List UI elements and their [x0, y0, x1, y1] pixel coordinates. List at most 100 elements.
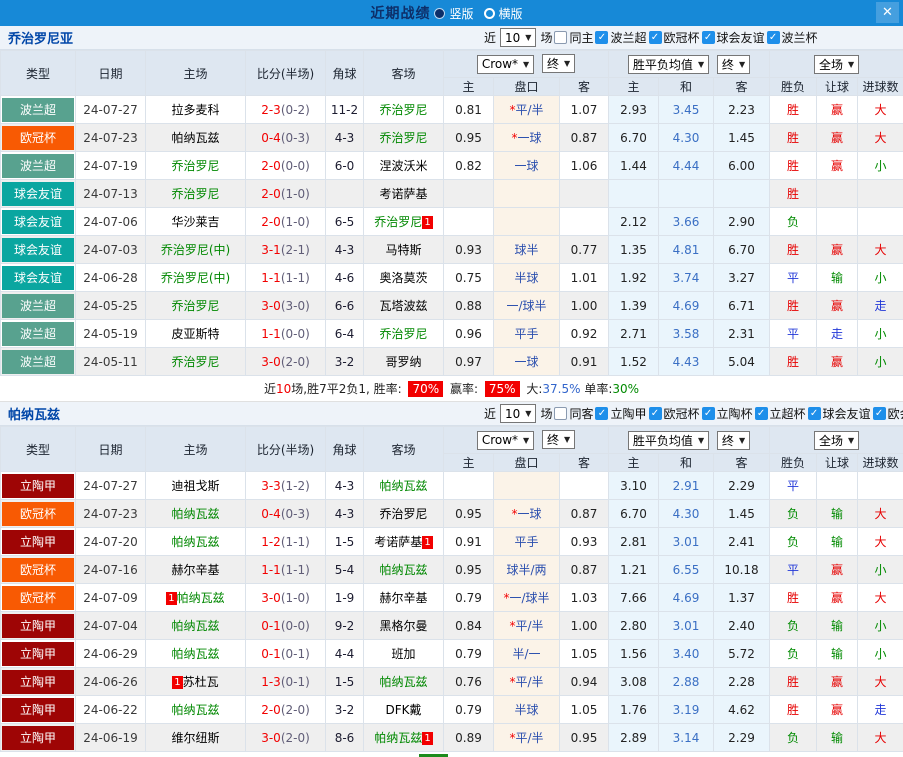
table-row: 欧冠杯 24-07-16 赫尔辛基 1-1(1-1) 5-4 帕纳瓦兹 0.95 球半/两 0.… [0, 555, 903, 584]
avg-away-odds: 10.18 [713, 555, 771, 584]
halftime-score: (2-0) [280, 702, 310, 717]
team-name: 赫尔辛基 [379, 591, 428, 605]
same-venue-checkbox[interactable] [554, 31, 568, 44]
match-date: 24-07-09 [75, 583, 146, 612]
avg-home-odds: 1.39 [608, 291, 660, 320]
odds-away [558, 207, 610, 236]
result-goals: 小 [857, 639, 903, 668]
match-score: 0-4(0-3) [245, 123, 326, 152]
league-checkbox[interactable]: ✓ [754, 407, 768, 420]
avg-draw-odds: 4.81 [658, 235, 715, 264]
avg-draw-value: 4.81 [672, 242, 700, 257]
odds-final-select[interactable]: 终 ▼ [542, 54, 576, 74]
odds-company-select[interactable]: Crow* ▼ [476, 54, 535, 74]
table-row: 立陶甲 24-07-27 迪祖戈斯 3-3(1-2) 4-3 帕纳瓦兹 3.10 2.91 2.… [0, 471, 903, 500]
chevron-down-icon: ▼ [697, 435, 705, 445]
league-type-cell: 立陶甲 [0, 695, 76, 724]
table-row: 立陶甲 24-06-19 维尔纽斯 3-0(2-0) 8-6 帕纳瓦兹 1 0.89 *平/半 0… [0, 723, 903, 752]
avg-home-odds: 2.89 [608, 723, 660, 752]
odds-home: 0.79 [443, 695, 494, 724]
fulltime-score: 1-1 [261, 562, 281, 577]
results-table-1: 类型 日期 主场 比分(半场) 角球 客场 Crow* ▼ 终 ▼ 胜平负均值 ▼ 终… [0, 50, 903, 376]
avg-away-odds: 2.31 [713, 319, 771, 348]
scope-select[interactable]: 全场 ▼ [813, 54, 860, 74]
sub-avg-home: 主 [608, 77, 660, 96]
match-count-select[interactable]: 10 ▼ [500, 28, 537, 47]
radio-icon [483, 7, 495, 19]
avg-away-odds: 5.04 [713, 347, 771, 376]
corner-count: 1-5 [325, 527, 364, 556]
avg-away-odds: 2.41 [713, 527, 771, 556]
handicap-text: 平/半 [515, 619, 544, 633]
league-checkbox[interactable]: ✓ [701, 407, 715, 420]
team-name-2: 帕纳瓦兹 [8, 408, 61, 423]
avg-draw-odds: 3.66 [658, 207, 715, 236]
away-team: 帕纳瓦兹 [363, 471, 444, 500]
league-badge: 欧冠杯 [2, 501, 74, 526]
table-row: 波兰超 24-05-11 乔治罗尼 3-0(2-0) 3-2 哥罗纳 0.97 一球 0.91 1… [0, 347, 903, 376]
result-text: 赢 [831, 675, 844, 689]
halftime-score: (0-0) [280, 158, 310, 173]
result-text: 小 [874, 647, 887, 661]
cutoff-row-strip [0, 752, 903, 757]
fulltime-score: 1-3 [261, 674, 281, 689]
result-outcome: 负 [769, 723, 818, 752]
chevron-down-icon: ▼ [738, 59, 746, 69]
avg-home-odds: 3.10 [608, 471, 660, 500]
avg-home-odds: 1.52 [608, 347, 660, 376]
away-team: 赫尔辛基 [363, 583, 444, 612]
same-venue-label: 同客 [569, 407, 594, 421]
league-badge: 立陶甲 [2, 725, 74, 750]
avg-odds-select[interactable]: 胜平负均值 ▼ [627, 54, 710, 74]
corner-count: 4-4 [325, 639, 364, 668]
halftime-score: (3-0) [280, 298, 310, 313]
league-checkbox[interactable]: ✓ [807, 407, 821, 420]
league-checkbox[interactable]: ✓ [648, 31, 662, 44]
odds-home: 0.89 [443, 723, 494, 752]
league-checkbox[interactable]: ✓ [595, 31, 609, 44]
table-row: 立陶甲 24-07-04 帕纳瓦兹 0-1(0-0) 9-2 黑格尔曼 0.84 *平/半 1.… [0, 611, 903, 640]
odds-home [443, 207, 494, 236]
result-text: 大 [874, 103, 887, 117]
avg-final-select[interactable]: 终 ▼ [716, 430, 751, 450]
layout-radio-selected[interactable]: 竖版 [434, 5, 474, 22]
avg-draw-odds: 4.43 [658, 347, 715, 376]
odds-away: 0.95 [558, 723, 610, 752]
handicap-line: 半球 [493, 695, 560, 724]
league-checkbox[interactable]: ✓ [648, 407, 662, 420]
col-header-away: 客场 [363, 50, 444, 96]
result-handicap [816, 471, 859, 500]
result-outcome: 胜 [769, 151, 818, 180]
league-checkbox[interactable]: ✓ [595, 407, 609, 420]
table-row: 立陶甲 24-06-22 帕纳瓦兹 2-0(2-0) 3-2 DFK戴 0.79 半球 1.05… [0, 695, 903, 724]
halftime-score: (2-0) [280, 354, 310, 369]
league-badge: 立陶甲 [2, 613, 74, 638]
odds-home: 0.84 [443, 611, 494, 640]
result-text: 负 [787, 619, 800, 633]
away-team: 涅波沃米 [363, 151, 444, 180]
match-score: 1-1(1-1) [245, 263, 326, 292]
league-checkbox[interactable]: ✓ [872, 407, 886, 420]
league-checkbox[interactable]: ✓ [701, 31, 715, 44]
sub-home-odds: 主 [443, 77, 494, 96]
odds-company-select[interactable]: Crow* ▼ [476, 430, 535, 450]
odds-away: 0.87 [558, 123, 610, 152]
close-button[interactable]: ✕ [876, 2, 899, 23]
handicap-line: 平手 [493, 527, 560, 556]
odds-away: 0.91 [558, 347, 610, 376]
league-checkbox[interactable]: ✓ [766, 31, 780, 44]
avg-draw-odds: 4.30 [658, 123, 715, 152]
match-score: 3-0(3-0) [245, 291, 326, 320]
avg-odds-select[interactable]: 胜平负均值 ▼ [627, 430, 710, 450]
result-goals: 大 [857, 123, 903, 152]
result-outcome: 负 [769, 639, 818, 668]
avg-draw-odds: 3.45 [658, 95, 715, 124]
same-venue-checkbox[interactable] [554, 407, 568, 420]
match-score: 3-0(2-0) [245, 347, 326, 376]
handicap-text: 球半/两 [506, 563, 547, 577]
avg-final-select[interactable]: 终 ▼ [716, 54, 751, 74]
layout-radio-unselected[interactable]: 横版 [483, 5, 523, 22]
scope-select[interactable]: 全场 ▼ [813, 430, 860, 450]
odds-final-select[interactable]: 终 ▼ [542, 430, 576, 450]
match-count-select[interactable]: 10 ▼ [500, 404, 537, 423]
